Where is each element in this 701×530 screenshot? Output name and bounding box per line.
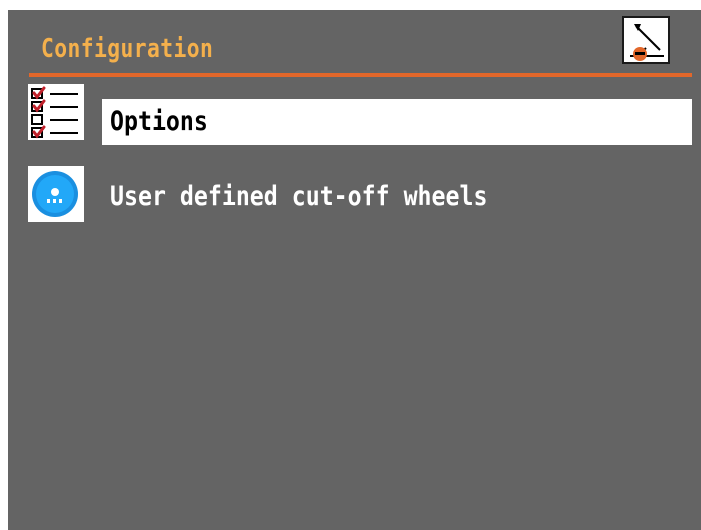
header-divider <box>29 73 692 77</box>
menu-item-options[interactable]: Options <box>8 84 701 145</box>
checklist-icon <box>28 84 84 140</box>
configuration-screen: Configuration Options User defined cut-o… <box>8 10 701 530</box>
menu-item-user-defined-cut-off-wheels[interactable]: User defined cut-off wheels <box>8 166 701 222</box>
menu-item-label: User defined cut-off wheels <box>110 181 488 212</box>
page-title: Configuration <box>41 34 214 64</box>
cut-off-wheel-icon <box>28 166 84 222</box>
config-calibration-icon[interactable] <box>622 16 670 64</box>
header: Configuration <box>8 10 701 77</box>
menu-item-label: Options <box>102 99 692 145</box>
